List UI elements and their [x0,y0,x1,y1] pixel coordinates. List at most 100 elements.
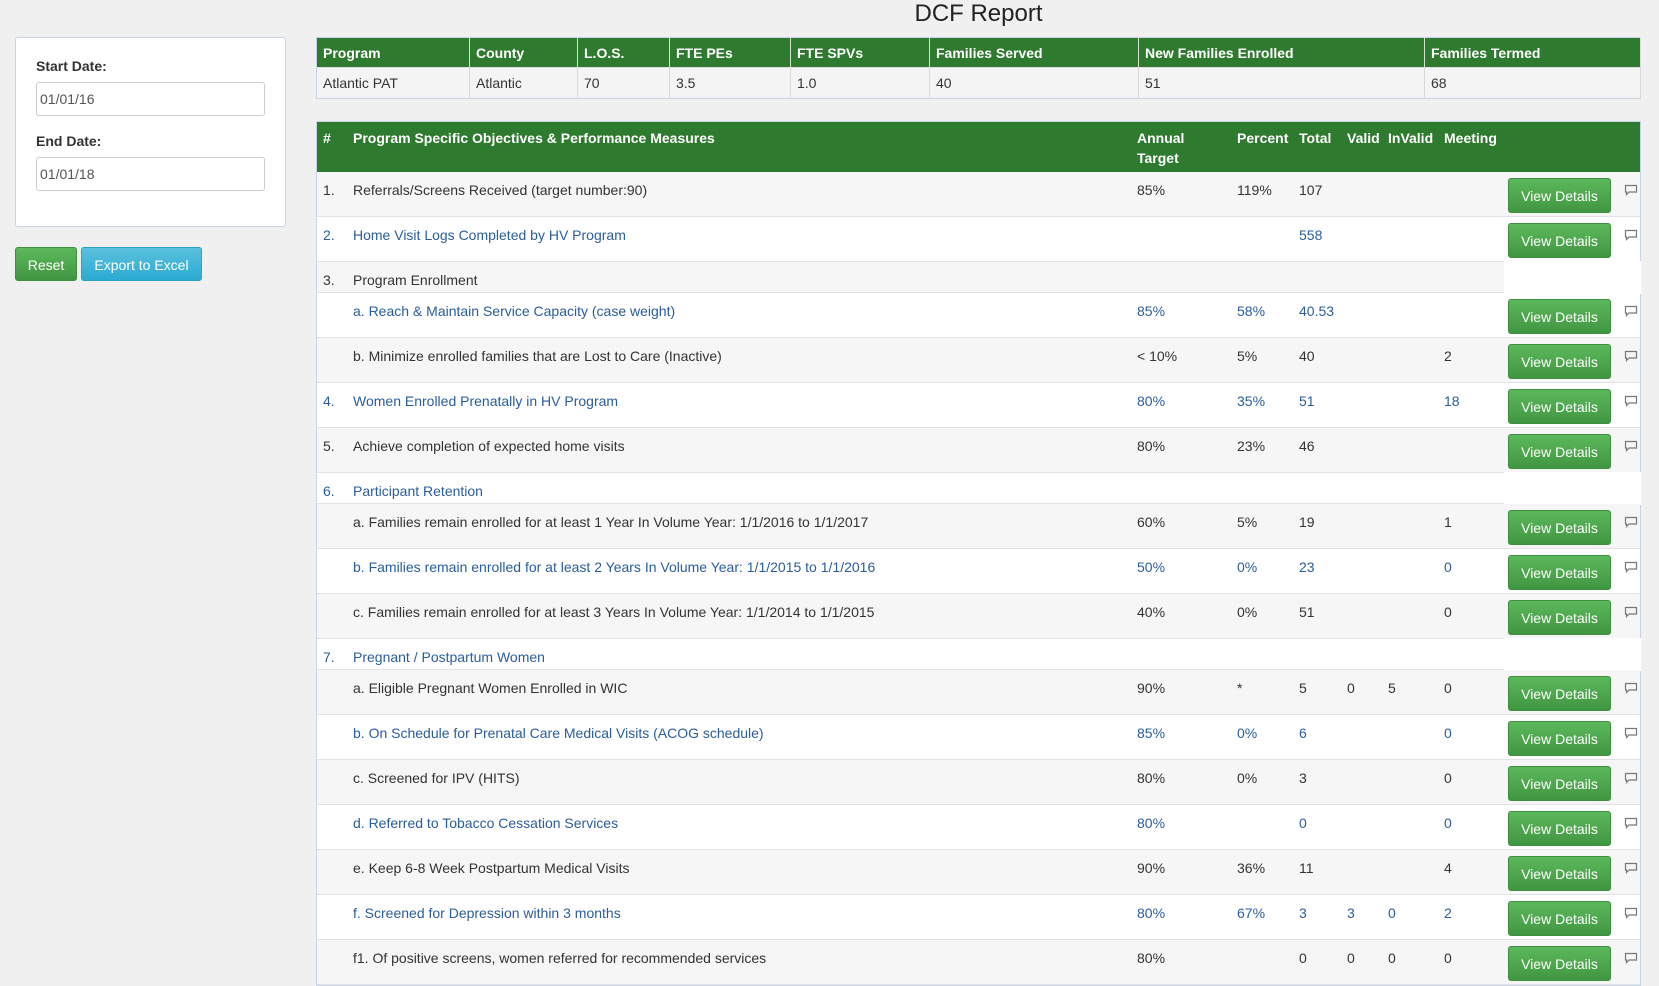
comment-icon[interactable] [1624,772,1638,784]
view-details-button[interactable]: View Details [1508,811,1611,846]
measure-description: a. Eligible Pregnant Women Enrolled in W… [353,680,628,696]
measure-meeting: 1 [1444,514,1452,530]
measure-invalid: 0 [1388,905,1396,921]
measure-description: b. Minimize enrolled families that are L… [353,348,722,364]
measure-total: 19 [1299,514,1315,530]
table-row: 1. Referrals/Screens Received (target num… [317,172,1640,217]
comment-icon[interactable] [1624,440,1638,452]
measure-number: 5. [323,438,335,454]
measure-description: c. Families remain enrolled for at least… [353,604,875,620]
comment-icon[interactable] [1624,952,1638,964]
measure-percent: 5% [1237,348,1258,364]
view-details-button[interactable]: View Details [1508,389,1611,424]
measure-annual-target: 90% [1137,860,1166,876]
summary-data-row: Atlantic PAT Atlantic 70 3.5 1.0 40 51 6… [316,67,1641,99]
measure-number: 4. [323,393,335,409]
comment-icon[interactable] [1624,229,1638,241]
view-details-button[interactable]: View Details [1508,555,1611,590]
measure-percent: 0% [1237,604,1258,620]
section-row: 6. Participant Retention [317,472,1641,505]
header-annual-target: Annual Target [1137,130,1185,166]
measure-meeting: 2 [1444,905,1452,921]
measure-annual-target: 85% [1137,303,1166,319]
table-row: b. On Schedule for Prenatal Care Medical… [317,715,1640,760]
measure-number: 6. [323,483,335,499]
view-details-button[interactable]: View Details [1508,600,1611,635]
measure-percent: 119% [1237,182,1272,198]
view-details-button[interactable]: View Details [1508,766,1611,801]
measure-number: 7. [323,649,335,665]
view-details-button[interactable]: View Details [1508,299,1611,334]
header-total: Total [1299,130,1332,146]
comment-icon[interactable] [1624,606,1638,618]
date-filter-panel: Start Date: End Date: [15,37,286,227]
view-details-button[interactable]: View Details [1508,676,1611,711]
measure-percent: 0% [1237,559,1258,575]
export-to-excel-button[interactable]: Export to Excel [81,247,202,281]
end-date-input[interactable] [36,157,265,191]
measure-description: a. Reach & Maintain Service Capacity (ca… [353,303,676,319]
section-row-spacer [1504,472,1641,505]
comment-icon[interactable] [1624,817,1638,829]
measure-meeting: 0 [1444,559,1452,575]
measure-percent: 23% [1237,438,1266,454]
comment-icon[interactable] [1624,395,1638,407]
measure-annual-target: 80% [1137,950,1166,966]
measure-meeting: 4 [1444,860,1452,876]
view-details-button[interactable]: View Details [1508,510,1611,545]
measure-meeting: 0 [1444,770,1452,786]
header-objectives: Program Specific Objectives & Performanc… [353,130,715,146]
header-valid: Valid [1347,130,1380,146]
measure-invalid: 5 [1388,680,1396,696]
page-title: DCF Report [914,0,1043,27]
measure-annual-target: 80% [1137,770,1166,786]
measure-percent: 58% [1237,303,1266,319]
comment-icon[interactable] [1624,561,1638,573]
view-details-button[interactable]: View Details [1508,856,1611,891]
comment-icon[interactable] [1624,305,1638,317]
table-row: 4. Women Enrolled Prenatally in HV Progra… [317,383,1640,428]
measure-valid: 3 [1347,905,1355,921]
comment-icon[interactable] [1624,350,1638,362]
summary-header-cell: Program [316,37,470,68]
comment-icon[interactable] [1624,516,1638,528]
view-details-button[interactable]: View Details [1508,721,1611,756]
header-num: # [323,130,331,146]
start-date-input[interactable] [36,82,265,116]
measure-total: 5 [1299,680,1307,696]
comment-icon[interactable] [1624,727,1638,739]
view-details-button[interactable]: View Details [1508,946,1611,981]
summary-cell: 40 [929,67,1139,99]
measure-description: Women Enrolled Prenatally in HV Program [353,393,619,409]
view-details-button[interactable]: View Details [1508,344,1611,379]
measure-annual-target: 80% [1137,393,1166,409]
reset-button[interactable]: Reset [15,247,77,281]
comment-icon[interactable] [1624,862,1638,874]
measure-total: 3 [1299,905,1307,921]
measure-annual-target: 90% [1137,680,1166,696]
measure-meeting: 0 [1444,950,1452,966]
table-row: 5. Achieve completion of expected home vi… [317,428,1640,473]
view-details-button[interactable]: View Details [1508,223,1611,258]
view-details-button[interactable]: View Details [1508,901,1611,936]
measure-meeting: 0 [1444,725,1452,741]
measure-total: 46 [1299,438,1315,454]
measure-description: Achieve completion of expected home visi… [353,438,625,454]
measure-annual-target: 60% [1137,514,1166,530]
comment-icon[interactable] [1624,907,1638,919]
measure-meeting: 0 [1444,815,1452,831]
summary-header-cell: County [469,37,578,68]
measure-percent: 0% [1237,770,1258,786]
measure-total: 3 [1299,770,1307,786]
comment-icon[interactable] [1624,184,1638,196]
comment-icon[interactable] [1624,682,1638,694]
summary-header-row: Program County L.O.S. FTE PEs FTE SPVs F… [316,37,1641,68]
table-row: b. Minimize enrolled families that are L… [317,338,1640,383]
table-row: c. Screened for IPV (HITS) 80% 0% 3 0 View De… [317,760,1640,805]
measure-description: b. Families remain enrolled for at least… [353,559,876,575]
measure-annual-target: 80% [1137,438,1166,454]
view-details-button[interactable]: View Details [1508,434,1611,469]
table-row: f1. Of positive screens, women referred … [317,940,1640,985]
measure-description: e. Keep 6-8 Week Postpartum Medical Visi… [353,860,630,876]
view-details-button[interactable]: View Details [1508,178,1611,213]
